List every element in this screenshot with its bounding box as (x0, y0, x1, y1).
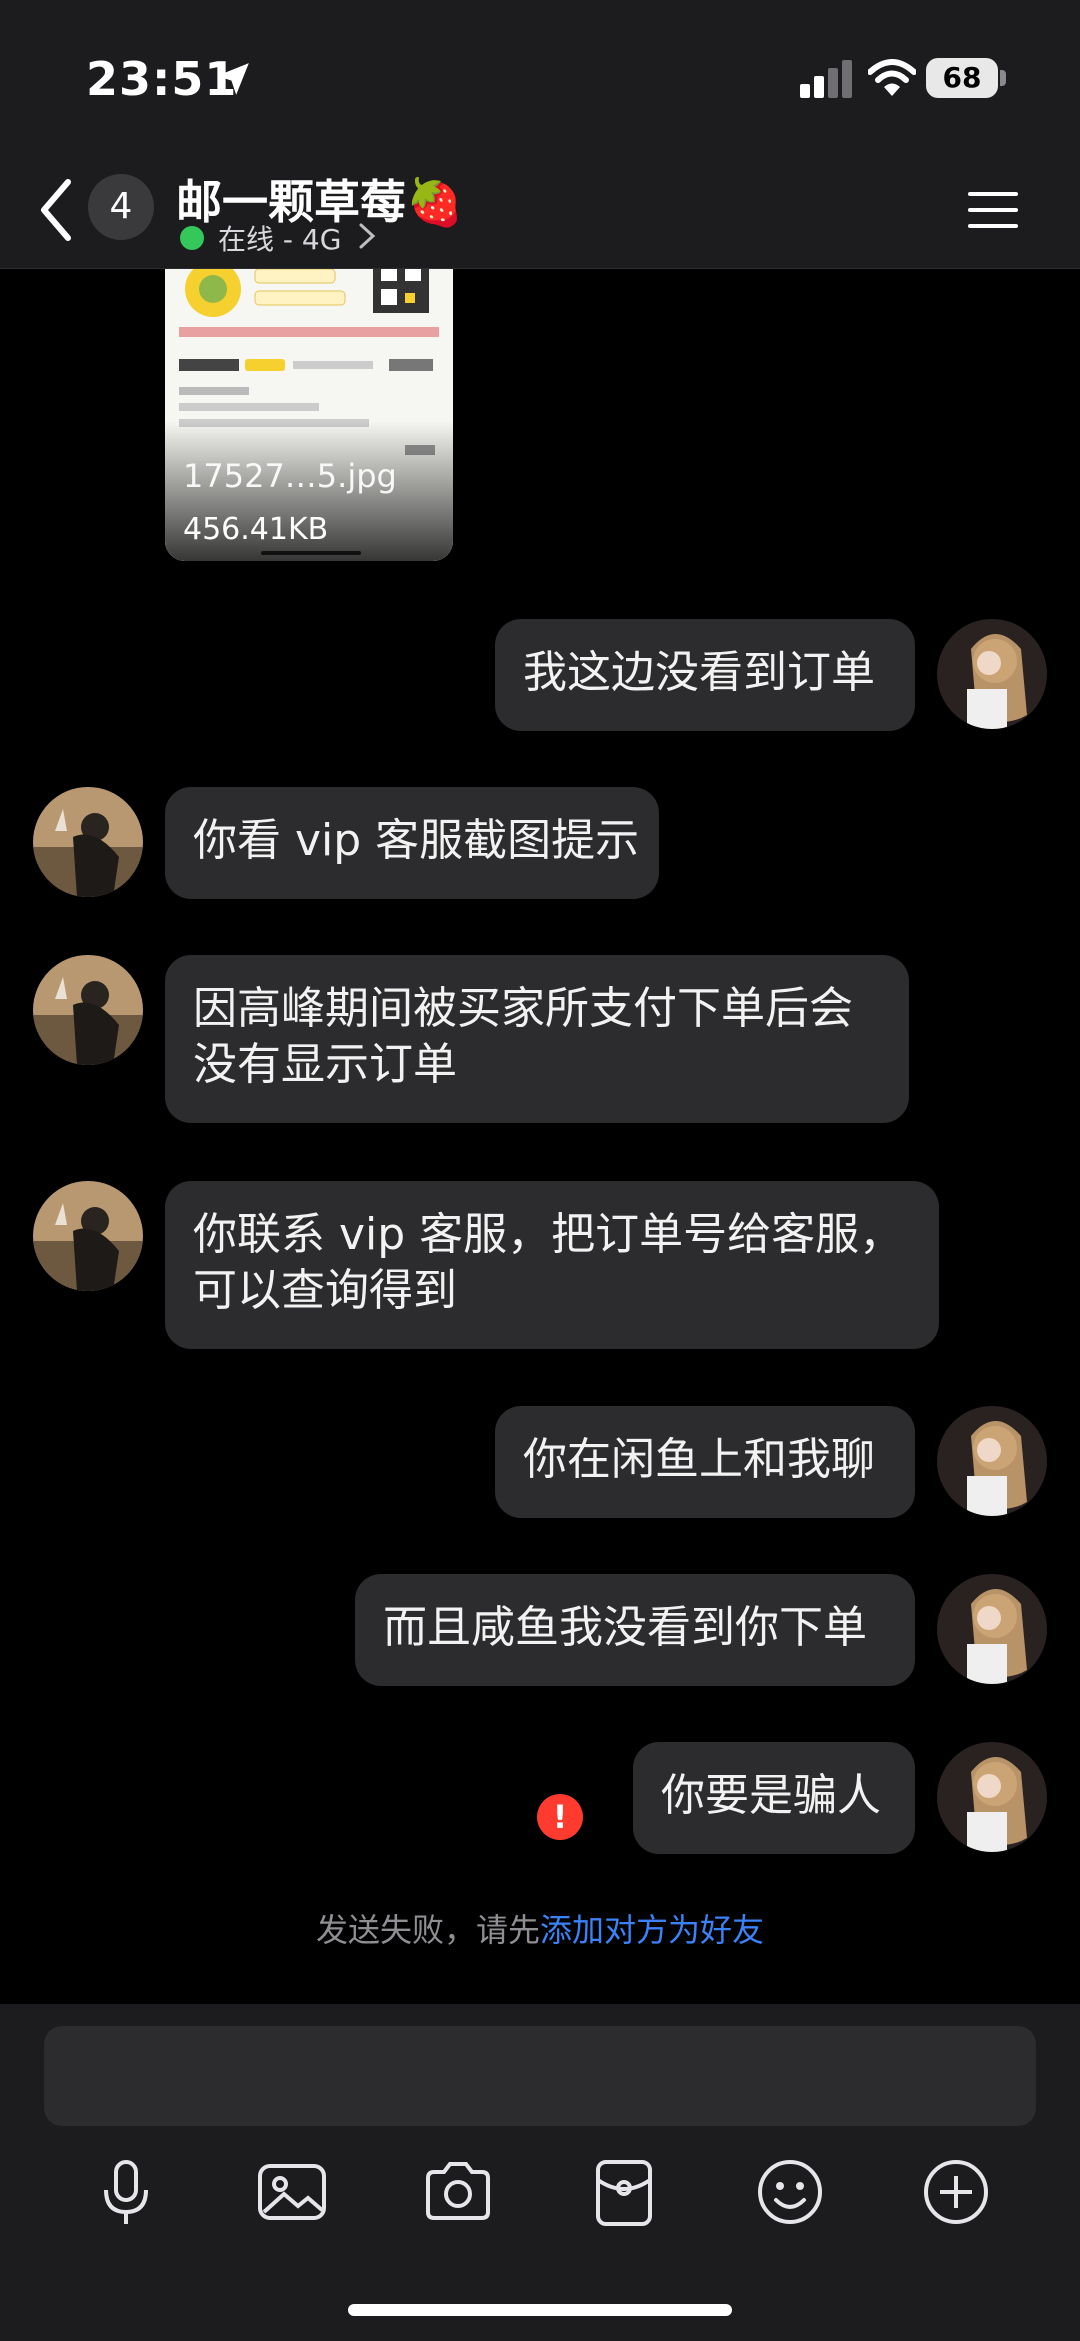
message-bubble-sent[interactable]: 你要是骗人 (633, 1742, 915, 1854)
status-bar: 23:51 68 (0, 0, 1080, 160)
image-message[interactable]: 17527…5.jpg 456.41KB (165, 269, 453, 561)
cellular-signal-icon (800, 60, 852, 98)
message-line: 你联系 vip 客服，把订单号给客服， (193, 1209, 904, 1260)
contact-avatar[interactable] (33, 1181, 143, 1291)
battery-indicator: 68 (926, 58, 998, 98)
camera-icon[interactable] (422, 2156, 494, 2228)
message-input[interactable] (44, 2026, 1036, 2126)
my-avatar[interactable] (937, 619, 1047, 729)
message-bubble-sent[interactable]: 我这边没看到订单 (495, 619, 915, 731)
my-avatar[interactable] (937, 1406, 1047, 1516)
wifi-icon (868, 59, 916, 96)
image-filename: 17527…5.jpg (183, 457, 397, 495)
contact-avatar[interactable] (33, 955, 143, 1065)
message-line: 因高峰期间被买家所支付下单后会 (193, 983, 853, 1034)
image-handle (261, 551, 361, 555)
message-bubble-sent[interactable]: 而且咸鱼我没看到你下单 (355, 1574, 915, 1686)
menu-icon[interactable] (966, 188, 1020, 232)
message-bubble-received[interactable]: 你联系 vip 客服，把订单号给客服， 可以查询得到 (165, 1181, 939, 1349)
home-indicator[interactable] (348, 2304, 732, 2316)
red-packet-icon[interactable] (588, 2156, 660, 2228)
add-icon[interactable] (920, 2156, 992, 2228)
message-bubble-received[interactable]: 你看 vip 客服截图提示 (165, 787, 659, 899)
location-arrow-icon (217, 63, 249, 95)
image-filesize: 456.41KB (183, 512, 329, 547)
my-avatar[interactable] (937, 1574, 1047, 1684)
add-friend-link[interactable]: 添加对方为好友 (540, 1911, 764, 1949)
input-bar (0, 2004, 1080, 2341)
my-avatar[interactable] (937, 1742, 1047, 1852)
online-status-text[interactable]: 在线 - 4G (218, 218, 341, 258)
battery-tip (1000, 70, 1006, 86)
chevron-right-icon[interactable] (358, 222, 376, 250)
message-bubble-received[interactable]: 因高峰期间被买家所支付下单后会 没有显示订单 (165, 955, 909, 1123)
chat-header: 4 邮一颗草莓🍓 在线 - 4G (0, 160, 1080, 269)
message-line: 可以查询得到 (193, 1265, 457, 1316)
unread-count-badge[interactable]: 4 (88, 174, 154, 240)
online-status-dot (180, 226, 204, 250)
contact-avatar[interactable] (33, 787, 143, 897)
send-failed-icon[interactable]: ! (537, 1794, 583, 1840)
send-failed-notice: 发送失败，请先添加对方为好友 (0, 1905, 1080, 1951)
image-icon[interactable] (256, 2156, 328, 2228)
message-bubble-sent[interactable]: 你在闲鱼上和我聊 (495, 1406, 915, 1518)
back-chevron-icon[interactable] (34, 172, 84, 248)
microphone-icon[interactable] (90, 2156, 162, 2228)
chat-message-list[interactable]: 17527…5.jpg 456.41KB 我这边没看到订单 你看 vip 客服截… (0, 269, 1080, 2004)
message-line: 没有显示订单 (193, 1039, 457, 1090)
emoji-icon[interactable] (754, 2156, 826, 2228)
send-failed-text: 发送失败，请先 (315, 1911, 540, 1949)
